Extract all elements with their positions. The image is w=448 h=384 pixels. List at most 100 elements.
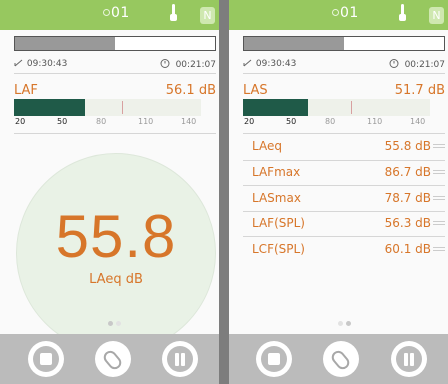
- divider: [14, 133, 216, 134]
- pause-icon-bar: [410, 353, 414, 366]
- level-scale: 20 50 80 110 140: [243, 117, 430, 129]
- pause-button[interactable]: [391, 341, 427, 377]
- measurement-row[interactable]: LAF(SPL) 56.3 dB: [243, 213, 445, 235]
- page-dot-active[interactable]: [108, 321, 113, 326]
- scale-tick: 80: [96, 117, 107, 126]
- timer-icon: [160, 59, 170, 68]
- scale-tick: 140: [181, 117, 197, 126]
- scale-tick: 110: [367, 117, 383, 126]
- scale-tick: 140: [410, 117, 426, 126]
- live-reading: LAS 51.7 dB: [243, 83, 445, 99]
- divider: [243, 185, 445, 186]
- progress-fill: [15, 37, 115, 50]
- drag-handle-icon[interactable]: [433, 247, 445, 248]
- measurement-label: LASmax: [252, 191, 301, 205]
- mode-badge[interactable]: N: [200, 7, 215, 24]
- microphone-icon: [332, 9, 339, 16]
- measurement-value: 55.8 dB: [384, 139, 431, 153]
- measurement-value: 78.7 dB: [384, 191, 431, 205]
- attach-button[interactable]: [95, 341, 131, 377]
- status-bar: 01 N: [229, 0, 448, 30]
- reading-label: LAS: [243, 83, 268, 98]
- level-scale: 20 50 80 110 140: [14, 117, 201, 129]
- divider: [243, 73, 445, 74]
- scale-tick: 110: [138, 117, 154, 126]
- page-dot-active[interactable]: [346, 321, 351, 326]
- measurement-value: 86.7 dB: [384, 165, 431, 179]
- history-icon: [14, 59, 23, 67]
- drag-handle-icon[interactable]: [433, 144, 445, 145]
- elapsed-time: 00:21:07: [389, 58, 445, 70]
- measurement-row[interactable]: LAeq 55.8 dB: [243, 136, 445, 158]
- page-dot[interactable]: [116, 321, 121, 326]
- drag-handle-icon[interactable]: [433, 221, 445, 222]
- measurement-row[interactable]: LAFmax 86.7 dB: [243, 162, 445, 184]
- measurement-label: LCF(SPL): [252, 242, 305, 256]
- paperclip-icon: [101, 348, 124, 372]
- level-bar: [14, 99, 201, 116]
- time-row: 09:30:43 00:21:07: [14, 58, 216, 70]
- peak-marker: [122, 101, 123, 114]
- start-time: 09:30:43: [243, 58, 296, 69]
- divider: [243, 211, 445, 212]
- bottom-toolbar: [229, 334, 448, 384]
- meter-screen-overview: 01 N 09:30:43 00:21:07 LAF 56.1 dB 20 50…: [0, 0, 219, 384]
- reading-value: 56.1 dB: [165, 83, 216, 98]
- attach-button[interactable]: [323, 341, 359, 377]
- main-value: 55.8: [55, 203, 177, 270]
- timer-icon: [389, 59, 399, 68]
- recording-progress-bar: [243, 36, 445, 51]
- page-indicator: [102, 321, 122, 327]
- pause-icon: [404, 353, 408, 366]
- reading-value: 51.7 dB: [394, 83, 445, 98]
- measurement-row[interactable]: LCF(SPL) 60.1 dB: [243, 239, 445, 261]
- divider: [14, 73, 216, 74]
- main-unit: LAeq dB: [89, 272, 143, 287]
- probe-icon: [170, 4, 177, 21]
- peak-marker: [351, 101, 352, 114]
- device-number: 01: [340, 5, 359, 21]
- page-indicator: [332, 321, 352, 327]
- page-dot[interactable]: [338, 321, 343, 326]
- divider: [243, 133, 445, 134]
- scale-tick: 50: [286, 117, 297, 126]
- measurement-label: LAF(SPL): [252, 216, 305, 230]
- divider: [243, 236, 445, 237]
- stop-button[interactable]: [28, 341, 64, 377]
- reading-label: LAF: [14, 83, 38, 98]
- scale-tick: 80: [325, 117, 336, 126]
- measurement-value: 56.3 dB: [384, 216, 431, 230]
- measurement-label: LAeq: [252, 139, 282, 153]
- level-bar: [243, 99, 430, 116]
- meter-screen-details: 01 N 09:30:43 00:21:07 LAS 51.7 dB 20 50…: [229, 0, 448, 384]
- pause-icon: [175, 353, 179, 366]
- start-time: 09:30:43: [14, 58, 67, 69]
- paperclip-icon: [329, 348, 352, 372]
- device-number: 01: [111, 5, 130, 21]
- level-bar-fill: [243, 99, 309, 116]
- recording-progress-bar: [14, 36, 216, 51]
- divider: [243, 160, 445, 161]
- scale-tick: 20: [15, 117, 26, 126]
- mode-badge[interactable]: N: [429, 7, 444, 24]
- pause-icon-bar: [181, 353, 185, 366]
- live-reading: LAF 56.1 dB: [14, 83, 216, 99]
- status-bar: 01 N: [0, 0, 219, 30]
- scale-tick: 50: [57, 117, 68, 126]
- progress-fill: [244, 37, 344, 50]
- measurement-value: 60.1 dB: [384, 242, 431, 256]
- pause-button[interactable]: [162, 341, 198, 377]
- stop-button[interactable]: [256, 341, 292, 377]
- measurement-row[interactable]: LASmax 78.7 dB: [243, 188, 445, 210]
- microphone-icon: [103, 9, 110, 16]
- history-icon: [243, 59, 252, 67]
- drag-handle-icon[interactable]: [433, 196, 445, 197]
- time-row: 09:30:43 00:21:07: [243, 58, 445, 70]
- drag-handle-icon[interactable]: [433, 170, 445, 171]
- scale-tick: 20: [244, 117, 255, 126]
- elapsed-time: 00:21:07: [160, 58, 216, 70]
- bottom-toolbar: [0, 334, 219, 384]
- measurement-label: LAFmax: [252, 165, 301, 179]
- probe-icon: [399, 4, 406, 21]
- level-bar-fill: [14, 99, 86, 116]
